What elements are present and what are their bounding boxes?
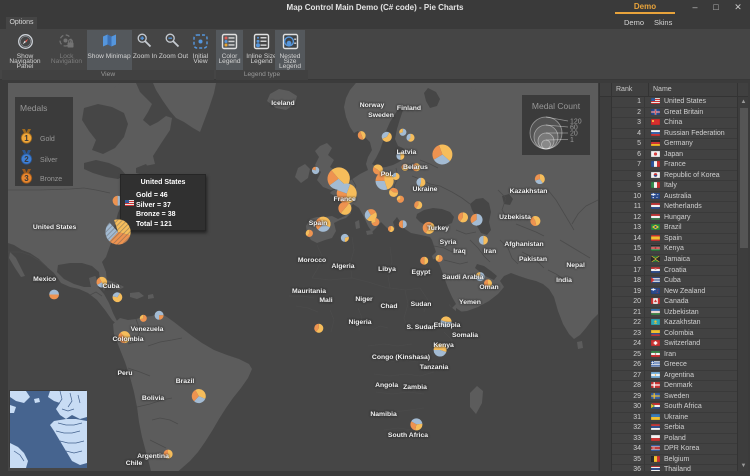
svg-text:2: 2 [24,155,29,164]
svg-text:1: 1 [570,137,574,144]
svg-text:1: 1 [24,134,29,143]
svg-text:3: 3 [24,174,29,183]
